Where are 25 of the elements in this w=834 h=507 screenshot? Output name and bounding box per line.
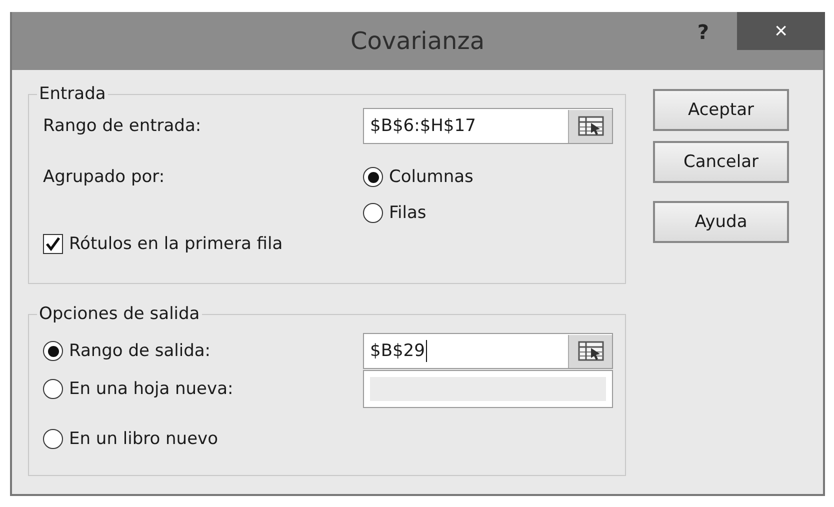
dialog-button[interactable]: Cancelar	[653, 141, 789, 183]
checkbox-label: Rótulos en la primera fila	[69, 234, 283, 254]
range-picker-button[interactable]	[568, 334, 612, 368]
radio-button[interactable]	[43, 341, 63, 361]
input-field[interactable]: $B$29	[363, 333, 613, 369]
field-label: Agrupado por:	[43, 166, 166, 187]
radio-label: Rango de salida:	[69, 341, 211, 361]
dialog-button[interactable]: Aceptar	[653, 89, 789, 131]
group-title: Opciones de salida	[38, 304, 201, 324]
input-field[interactable]: $B$6:$H$17	[363, 108, 613, 144]
radio-label: Columnas	[389, 167, 474, 187]
window-title: Covarianza	[350, 27, 485, 55]
radio-label: Filas	[389, 203, 426, 223]
radio-label: En un libro nuevo	[69, 429, 218, 449]
range-picker-button[interactable]	[568, 110, 612, 142]
radio-label: En una hoja nueva:	[69, 379, 234, 399]
close-button[interactable]: ×	[737, 12, 825, 50]
field-label: Rango de entrada:	[43, 116, 202, 136]
radio-button[interactable]	[43, 429, 63, 449]
radio-button[interactable]	[363, 203, 383, 223]
help-button[interactable]: ?	[691, 20, 715, 44]
radio-button[interactable]	[363, 167, 383, 187]
dialog-button[interactable]: Ayuda	[653, 201, 789, 243]
checkbox[interactable]	[43, 234, 63, 254]
group-title: Entrada	[38, 84, 107, 104]
